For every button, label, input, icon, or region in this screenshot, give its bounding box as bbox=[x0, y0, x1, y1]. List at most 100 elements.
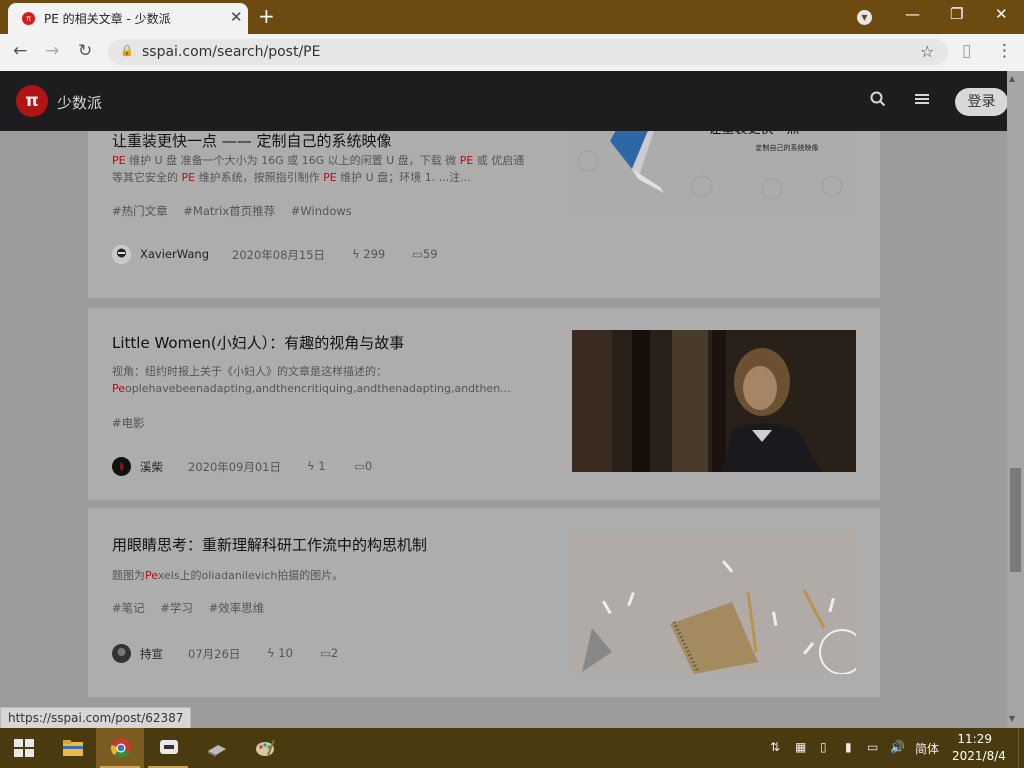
author-avatar[interactable] bbox=[112, 644, 131, 663]
comment-icon: ▭ bbox=[320, 646, 331, 660]
paint-palette-icon bbox=[256, 739, 275, 756]
article-thumbnail[interactable] bbox=[572, 330, 856, 472]
color-tray-icon[interactable]: ▦ bbox=[795, 740, 806, 754]
lightning-icon: ϟ bbox=[267, 646, 279, 660]
search-icon[interactable] bbox=[870, 91, 886, 112]
battery-tray-icon[interactable]: ▭ bbox=[867, 740, 878, 754]
browser-titlebar: π PE 的相关文章 - 少数派 ✕ + ▼ — ❐ ✕ bbox=[0, 0, 1024, 34]
comment-count: ▭0 bbox=[354, 459, 373, 473]
tag-link[interactable]: #Windows bbox=[291, 204, 352, 218]
sspai-logo-icon[interactable]: π bbox=[16, 85, 48, 117]
back-arrow-icon[interactable]: ← bbox=[13, 41, 27, 61]
network-tray-icon[interactable]: ⇅ bbox=[770, 740, 780, 754]
show-desktop-button[interactable] bbox=[1018, 728, 1024, 768]
article-card[interactable]: 用眼睛思考：重新理解科研工作流中的构思机制 题图为Pexels上的oliadan… bbox=[88, 508, 880, 697]
minimize-icon[interactable]: — bbox=[905, 5, 920, 23]
login-button[interactable]: 登录 bbox=[955, 88, 1008, 116]
taskbar-app-5[interactable] bbox=[240, 728, 288, 768]
windows-start-icon[interactable] bbox=[14, 739, 34, 757]
article-date: 2020年08月15日 bbox=[232, 248, 326, 262]
address-url[interactable]: sspai.com/search/post/PE bbox=[142, 44, 320, 60]
article-title[interactable]: 让重装更快一点 —— 定制自己的系统映像 bbox=[112, 130, 392, 151]
tag-link[interactable]: #热门文章 bbox=[112, 204, 168, 218]
comment-icon: ▭ bbox=[412, 247, 423, 261]
clock-time: 11:29 bbox=[957, 732, 992, 746]
tag-link[interactable]: #效率思维 bbox=[209, 601, 265, 615]
site-name[interactable]: 少数派 bbox=[57, 92, 102, 113]
tag-link[interactable]: #Matrix首页推荐 bbox=[183, 204, 275, 218]
drive-icon bbox=[208, 745, 226, 757]
extension-icon[interactable]: ▯ bbox=[962, 41, 971, 61]
article-card[interactable]: Little Women(小妇人）：有趣的视角与故事 视角：纽约时报上关于《小妇… bbox=[88, 308, 880, 500]
desk-supplies-image bbox=[572, 532, 856, 674]
taskbar-app-4[interactable] bbox=[192, 728, 240, 768]
tag-link[interactable]: #学习 bbox=[160, 601, 193, 615]
author-name[interactable]: XavierWang bbox=[140, 247, 209, 261]
volume-tray-icon[interactable]: 🔊 bbox=[890, 740, 905, 754]
lightning-icon: ϟ bbox=[352, 247, 364, 261]
clock-date: 2021/8/4 bbox=[952, 749, 1006, 763]
comment-icon: ▭ bbox=[354, 459, 365, 473]
taskbar-chrome[interactable] bbox=[96, 728, 144, 768]
tab-title: PE 的相关文章 - 少数派 bbox=[44, 12, 171, 26]
reload-icon[interactable]: ↻ bbox=[78, 41, 92, 61]
chrome-menu-icon[interactable]: ⋮ bbox=[996, 41, 1013, 61]
lightning-icon: ϟ bbox=[307, 459, 319, 473]
app-window-icon bbox=[160, 740, 178, 754]
article-summary: PE 维护 U 盘 准备一个大小为 16G 或 16G 以上的闲置 U 盘，下载… bbox=[112, 154, 525, 184]
sspai-favicon-icon: π bbox=[22, 12, 35, 25]
author-name[interactable]: 持宣 bbox=[140, 646, 163, 662]
browser-tab-active[interactable]: π PE 的相关文章 - 少数派 ✕ bbox=[8, 3, 248, 34]
article-summary: 题图为Pexels上的oliadanilevich拍摄的图片。 bbox=[112, 569, 344, 582]
svg-text:定制自己的系统映像: 定制自己的系统映像 bbox=[756, 143, 819, 152]
article-meta: 持宣 07月26日 ϟ 10 ▭2 bbox=[112, 644, 552, 664]
scroll-down-arrow-icon[interactable]: ▼ bbox=[1009, 714, 1015, 723]
site-header: π 少数派 登录 bbox=[0, 71, 1024, 131]
scrollbar-thumb[interactable] bbox=[1010, 468, 1021, 572]
taskbar-app-3[interactable] bbox=[144, 728, 192, 768]
author-avatar[interactable] bbox=[112, 245, 131, 264]
scroll-up-arrow-icon[interactable]: ▲ bbox=[1009, 74, 1015, 83]
chrome-icon bbox=[111, 738, 131, 758]
like-count: ϟ 1 bbox=[307, 459, 326, 473]
address-bar[interactable]: 🔒 sspai.com/search/post/PE ☆ bbox=[108, 39, 948, 65]
tag-link[interactable]: #电影 bbox=[112, 416, 145, 430]
article-title[interactable]: Little Women(小妇人）：有趣的视角与故事 bbox=[112, 332, 404, 353]
bookmark-star-icon[interactable]: ☆ bbox=[920, 42, 934, 61]
article-tags: #笔记 #学习 #效率思维 bbox=[112, 600, 276, 616]
tag-link[interactable]: #笔记 bbox=[112, 601, 145, 615]
article-date: 2020年09月01日 bbox=[188, 460, 282, 474]
article-thumbnail[interactable] bbox=[572, 532, 856, 674]
comment-count: ▭2 bbox=[320, 646, 339, 660]
page-scrollbar[interactable] bbox=[1007, 71, 1024, 728]
tab-search-dropdown-icon[interactable]: ▼ bbox=[857, 10, 872, 25]
ime-indicator[interactable]: 简体 bbox=[915, 740, 939, 757]
link-status-bubble: https://sspai.com/post/62387 bbox=[0, 707, 192, 730]
article-tags: #电影 bbox=[112, 415, 157, 431]
lock-icon[interactable]: 🔒 bbox=[120, 44, 134, 57]
comment-count: ▭59 bbox=[412, 247, 438, 261]
article-summary: 视角：纽约时报上关于《小妇人》的文章是这样描述的：Peoplehavebeena… bbox=[112, 365, 511, 395]
tab-close-icon[interactable]: ✕ bbox=[230, 8, 243, 26]
author-avatar[interactable] bbox=[112, 457, 131, 476]
page-viewport: 让重装更快一点 —— 定制自己的系统映像 PE 维护 U 盘 准备一个大小为 1… bbox=[0, 71, 1024, 728]
like-count: ϟ 299 bbox=[352, 247, 386, 261]
browser-toolbar: ← → ↻ 🔒 sspai.com/search/post/PE ☆ ▯ ⋮ bbox=[0, 34, 1024, 72]
taskbar-file-explorer[interactable] bbox=[48, 728, 96, 768]
article-title[interactable]: 用眼睛思考：重新理解科研工作流中的构思机制 bbox=[112, 534, 427, 555]
author-name[interactable]: 溪柴 bbox=[140, 459, 163, 475]
hamburger-menu-icon[interactable] bbox=[915, 91, 929, 111]
forward-arrow-icon[interactable]: → bbox=[45, 41, 59, 61]
new-tab-icon[interactable]: + bbox=[258, 4, 275, 28]
security-tray-icon[interactable]: ▮ bbox=[845, 740, 852, 754]
folder-icon bbox=[63, 740, 83, 756]
window-close-icon[interactable]: ✕ bbox=[995, 5, 1008, 23]
usb-tray-icon[interactable]: ▯ bbox=[820, 740, 827, 754]
article-date: 07月26日 bbox=[188, 647, 241, 661]
taskbar-clock[interactable]: 11:29 2021/8/4 bbox=[952, 731, 1006, 765]
windows-taskbar: ⇅ ▦ ▯ ▮ ▭ 🔊 简体 11:29 2021/8/4 bbox=[0, 728, 1024, 768]
article-meta: XavierWang 2020年08月15日 ϟ 299 ▭59 bbox=[112, 245, 552, 265]
film-still-image bbox=[572, 330, 856, 472]
restore-icon[interactable]: ❐ bbox=[950, 5, 963, 23]
like-count: ϟ 10 bbox=[267, 646, 293, 660]
